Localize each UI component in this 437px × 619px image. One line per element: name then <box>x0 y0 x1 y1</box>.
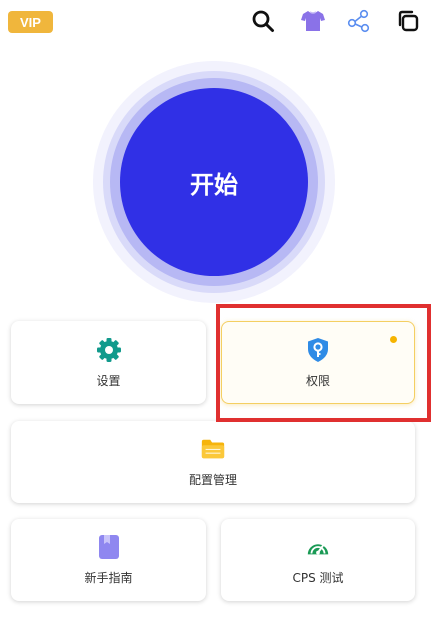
share-icon[interactable] <box>345 7 373 35</box>
folder-icon <box>200 436 226 462</box>
cps-test-label: CPS 测试 <box>292 571 344 585</box>
copy-icon[interactable] <box>394 7 422 35</box>
config-management-label: 配置管理 <box>188 473 237 487</box>
permission-card[interactable]: 权限 <box>221 321 415 404</box>
settings-label: 设置 <box>96 373 121 388</box>
tshirt-icon[interactable] <box>299 7 327 35</box>
guide-card[interactable]: 新手指南 <box>11 519 206 601</box>
notification-dot <box>390 336 397 343</box>
search-icon[interactable] <box>249 7 277 35</box>
config-management-card[interactable]: 配置管理 <box>11 421 415 503</box>
start-button-area: 开始 <box>93 61 335 303</box>
bookmark-book-icon <box>96 534 122 560</box>
settings-card[interactable]: 设置 <box>11 321 206 404</box>
start-button[interactable]: 开始 <box>120 88 308 276</box>
vip-badge[interactable]: VIP <box>8 11 53 33</box>
permission-label: 权限 <box>305 373 330 388</box>
cps-test-card[interactable]: CPS 测试 <box>221 519 415 601</box>
shield-key-icon <box>305 337 331 363</box>
guide-label: 新手指南 <box>84 571 133 585</box>
speedometer-icon <box>305 534 331 560</box>
gear-icon <box>96 337 122 363</box>
